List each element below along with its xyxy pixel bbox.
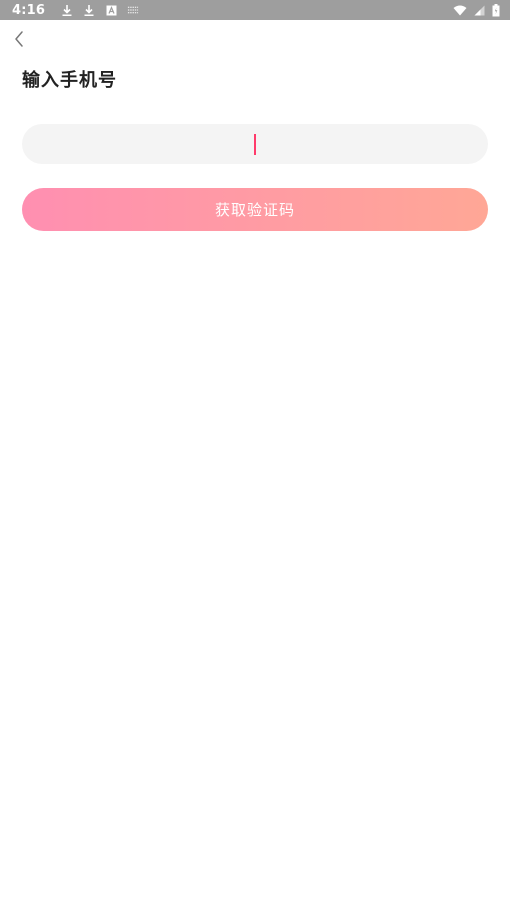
phone-input-container — [22, 124, 492, 166]
phone-number-input[interactable] — [22, 124, 492, 166]
status-time: 4:16 — [12, 2, 46, 18]
text-cursor — [254, 134, 256, 155]
download-icon — [61, 3, 73, 17]
a-icon — [105, 3, 117, 17]
chevron-left-icon — [13, 30, 25, 52]
notification-icons — [61, 3, 139, 17]
system-icons — [453, 3, 500, 17]
get-verification-code-button[interactable]: 获取验证码 — [22, 188, 488, 231]
page-title: 输入手机号 — [22, 70, 117, 91]
download-icon — [83, 3, 95, 17]
wifi-icon — [453, 3, 467, 17]
phone-login-screen: 4:16 输入手机号 获取验证码 — [0, 0, 510, 908]
back-button[interactable] — [8, 30, 30, 52]
battery-icon — [491, 3, 500, 17]
get-verification-code-label: 获取验证码 — [214, 201, 295, 219]
cast-icon — [127, 3, 139, 17]
signal-icon — [473, 3, 485, 17]
status-bar: 4:16 — [0, 0, 510, 20]
